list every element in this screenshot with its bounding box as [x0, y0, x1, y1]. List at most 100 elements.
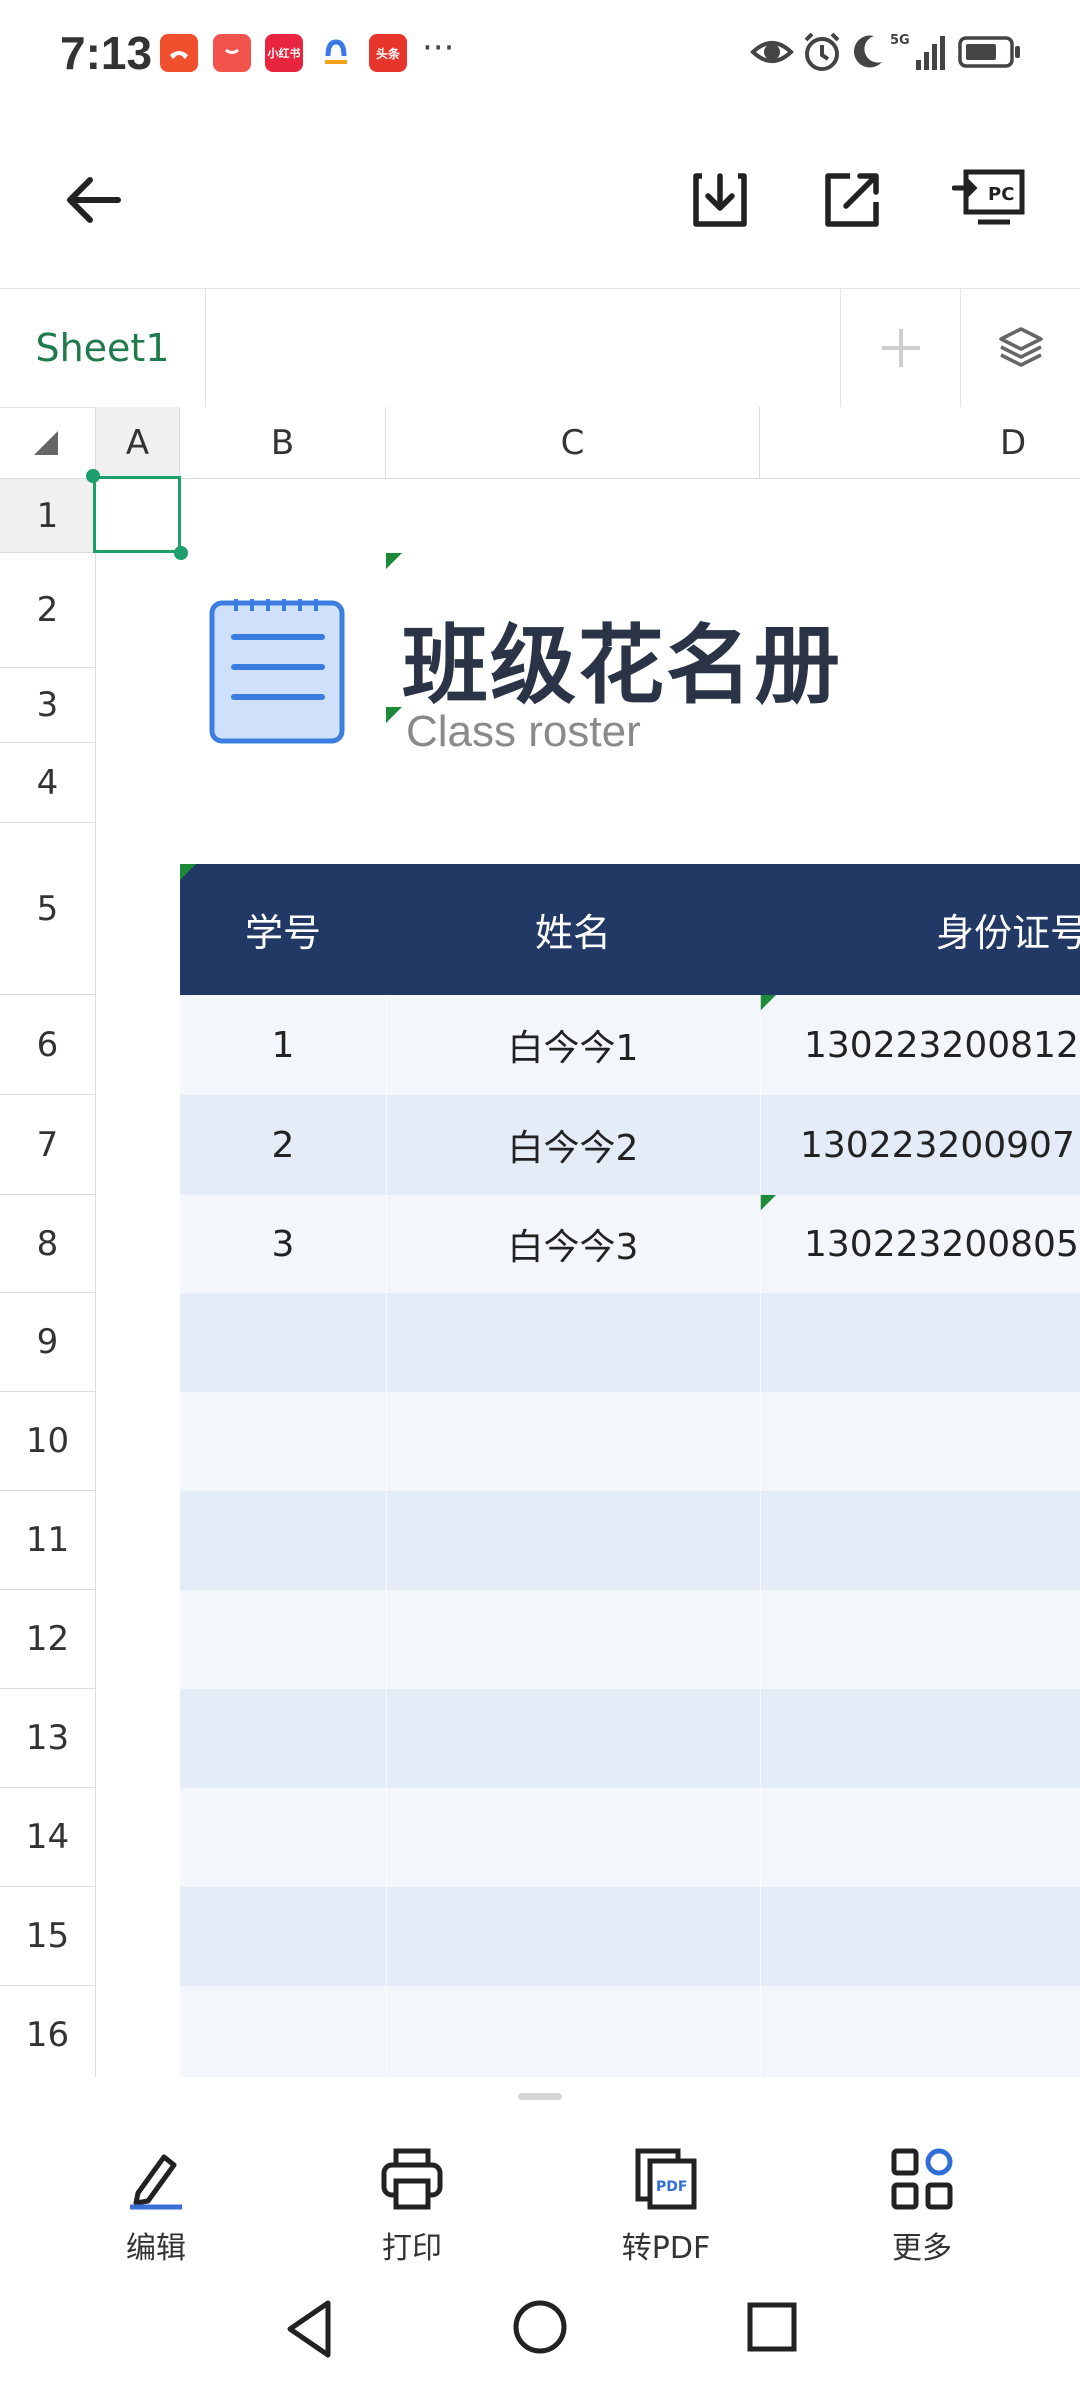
row-header-7[interactable]: 7 — [0, 1095, 96, 1195]
convert-pdf-label: 转PDF — [621, 2231, 711, 2266]
back-button[interactable] — [58, 164, 130, 236]
cell-name[interactable]: 白今今3 — [386, 1195, 760, 1293]
row-header-6[interactable]: 6 — [0, 995, 96, 1095]
column-header-a[interactable]: A — [96, 407, 180, 479]
share-button[interactable] — [816, 164, 888, 236]
plus-icon — [882, 329, 920, 367]
row-header-4[interactable]: 4 — [0, 743, 96, 823]
cell-id-card[interactable]: 130223200907 — [760, 1095, 1080, 1195]
table-row[interactable] — [180, 1986, 1080, 2077]
row-header-16[interactable]: 16 — [0, 1986, 96, 2077]
column-divider — [386, 995, 387, 2077]
row-header-15[interactable]: 15 — [0, 1887, 96, 1986]
cell-name[interactable]: 白今今2 — [386, 1095, 760, 1195]
header-name: 姓名 — [534, 911, 611, 955]
eye-icon — [750, 41, 794, 63]
column-divider — [760, 995, 761, 2077]
roster-clipboard-icon — [206, 593, 350, 751]
column-header-c[interactable]: C — [386, 407, 760, 479]
more-notifications: ··· — [422, 28, 455, 68]
column-header-b[interactable]: B — [180, 407, 386, 479]
table-row[interactable] — [180, 1887, 1080, 1986]
cell-id[interactable]: 1 — [180, 995, 386, 1095]
row-header-10[interactable]: 10 — [0, 1392, 96, 1491]
alarm-icon — [804, 32, 840, 71]
edit-button[interactable]: 编辑 — [76, 2147, 236, 2277]
table-row[interactable] — [180, 1491, 1080, 1590]
cell-id-card[interactable]: 130223200812 — [760, 995, 1080, 1095]
back-arrow-icon — [67, 177, 121, 223]
bottom-action-bar: 编辑 打印 PDF 转PDF 更多 — [0, 2077, 1080, 2277]
table-row[interactable]: 2 白今今2 130223200907 — [180, 1095, 1080, 1195]
cell-id[interactable]: 2 — [180, 1095, 386, 1195]
pc-label: PC — [988, 184, 1014, 205]
cell-selection-a1[interactable] — [93, 476, 181, 553]
more-label: 更多 — [892, 2231, 952, 2266]
share-icon — [825, 173, 879, 227]
tab-sheet1[interactable]: Sheet1 — [0, 289, 206, 407]
header-id-card: 身份证号 — [936, 911, 1080, 955]
row-header-5[interactable]: 5 — [0, 823, 96, 995]
pc-screen-icon: PC — [952, 169, 1025, 225]
table-header-row: 学号 姓名 身份证号 — [180, 864, 1080, 995]
cell-comment-marker — [386, 553, 402, 569]
spreadsheet-grid[interactable]: A B C D 1 2 3 4 5 6 7 8 9 10 11 12 13 14… — [0, 407, 1080, 2077]
network-label: 5G — [890, 33, 910, 48]
select-all-corner[interactable] — [0, 407, 96, 479]
pdf-icon: PDF — [635, 2148, 697, 2210]
cell-comment-marker — [760, 1195, 776, 1211]
table-row[interactable] — [180, 1788, 1080, 1887]
row-header-11[interactable]: 11 — [0, 1491, 96, 1590]
back-triangle-icon[interactable] — [280, 2297, 340, 2361]
row-header-13[interactable]: 13 — [0, 1689, 96, 1788]
more-button[interactable]: 更多 — [842, 2147, 1002, 2277]
roster-title: 班级花名册 — [402, 616, 842, 716]
sheet-list-button[interactable] — [960, 289, 1080, 407]
row-header-8[interactable]: 8 — [0, 1195, 96, 1293]
more-grid-icon — [891, 2148, 953, 2210]
row-header-12[interactable]: 12 — [0, 1590, 96, 1689]
pencil-icon — [130, 2154, 182, 2210]
recents-square-icon[interactable] — [740, 2295, 804, 2359]
pdf-badge: PDF — [656, 2179, 687, 2195]
cell-name[interactable]: 白今今1 — [386, 995, 760, 1095]
shopping-bag-icon — [213, 34, 251, 72]
sheet-tab-bar: Sheet1 — [0, 288, 1080, 408]
print-label: 打印 — [382, 2231, 442, 2266]
table-row[interactable] — [180, 1689, 1080, 1788]
table-row[interactable] — [180, 1293, 1080, 1392]
home-circle-icon[interactable] — [508, 2295, 572, 2359]
table-row[interactable]: 3 白今今3 130223200805 — [180, 1195, 1080, 1293]
row-header-14[interactable]: 14 — [0, 1788, 96, 1887]
download-icon — [693, 173, 747, 227]
corner-triangle-icon — [34, 431, 58, 455]
app-logo-icon — [317, 34, 355, 72]
drag-handle[interactable] — [518, 2093, 562, 2100]
cell-comment-marker — [180, 864, 196, 880]
selection-handle-top-left[interactable] — [86, 469, 100, 483]
convert-pdf-button[interactable]: PDF 转PDF — [586, 2147, 746, 2277]
cell-id-card[interactable]: 130223200805 — [760, 1195, 1080, 1293]
table-row[interactable] — [180, 1392, 1080, 1491]
roster-subtitle: Class roster — [406, 707, 641, 756]
row-header-9[interactable]: 9 — [0, 1293, 96, 1392]
column-header-d[interactable]: D — [760, 407, 1080, 479]
toutiao-icon: 头条 — [369, 34, 407, 72]
selection-handle-bottom-right[interactable] — [174, 546, 188, 560]
print-button[interactable]: 打印 — [332, 2147, 492, 2277]
top-toolbar: PC — [0, 140, 1080, 260]
printer-icon — [381, 2148, 443, 2210]
row-header-3[interactable]: 3 — [0, 668, 96, 743]
add-sheet-button[interactable] — [840, 289, 961, 407]
open-on-pc-button[interactable]: PC — [948, 164, 1032, 236]
header-student-id: 学号 — [244, 911, 321, 955]
layers-icon — [999, 327, 1043, 367]
table-row[interactable]: 1 白今今1 130223200812 — [180, 995, 1080, 1095]
row-header-2[interactable]: 2 — [0, 553, 96, 668]
row-header-1[interactable]: 1 — [0, 479, 96, 553]
cell-id[interactable]: 3 — [180, 1195, 386, 1293]
download-button[interactable] — [684, 164, 756, 236]
system-nav-bar — [0, 2277, 1080, 2388]
table-row[interactable] — [180, 1590, 1080, 1689]
signal-icon: 5G — [890, 33, 945, 70]
